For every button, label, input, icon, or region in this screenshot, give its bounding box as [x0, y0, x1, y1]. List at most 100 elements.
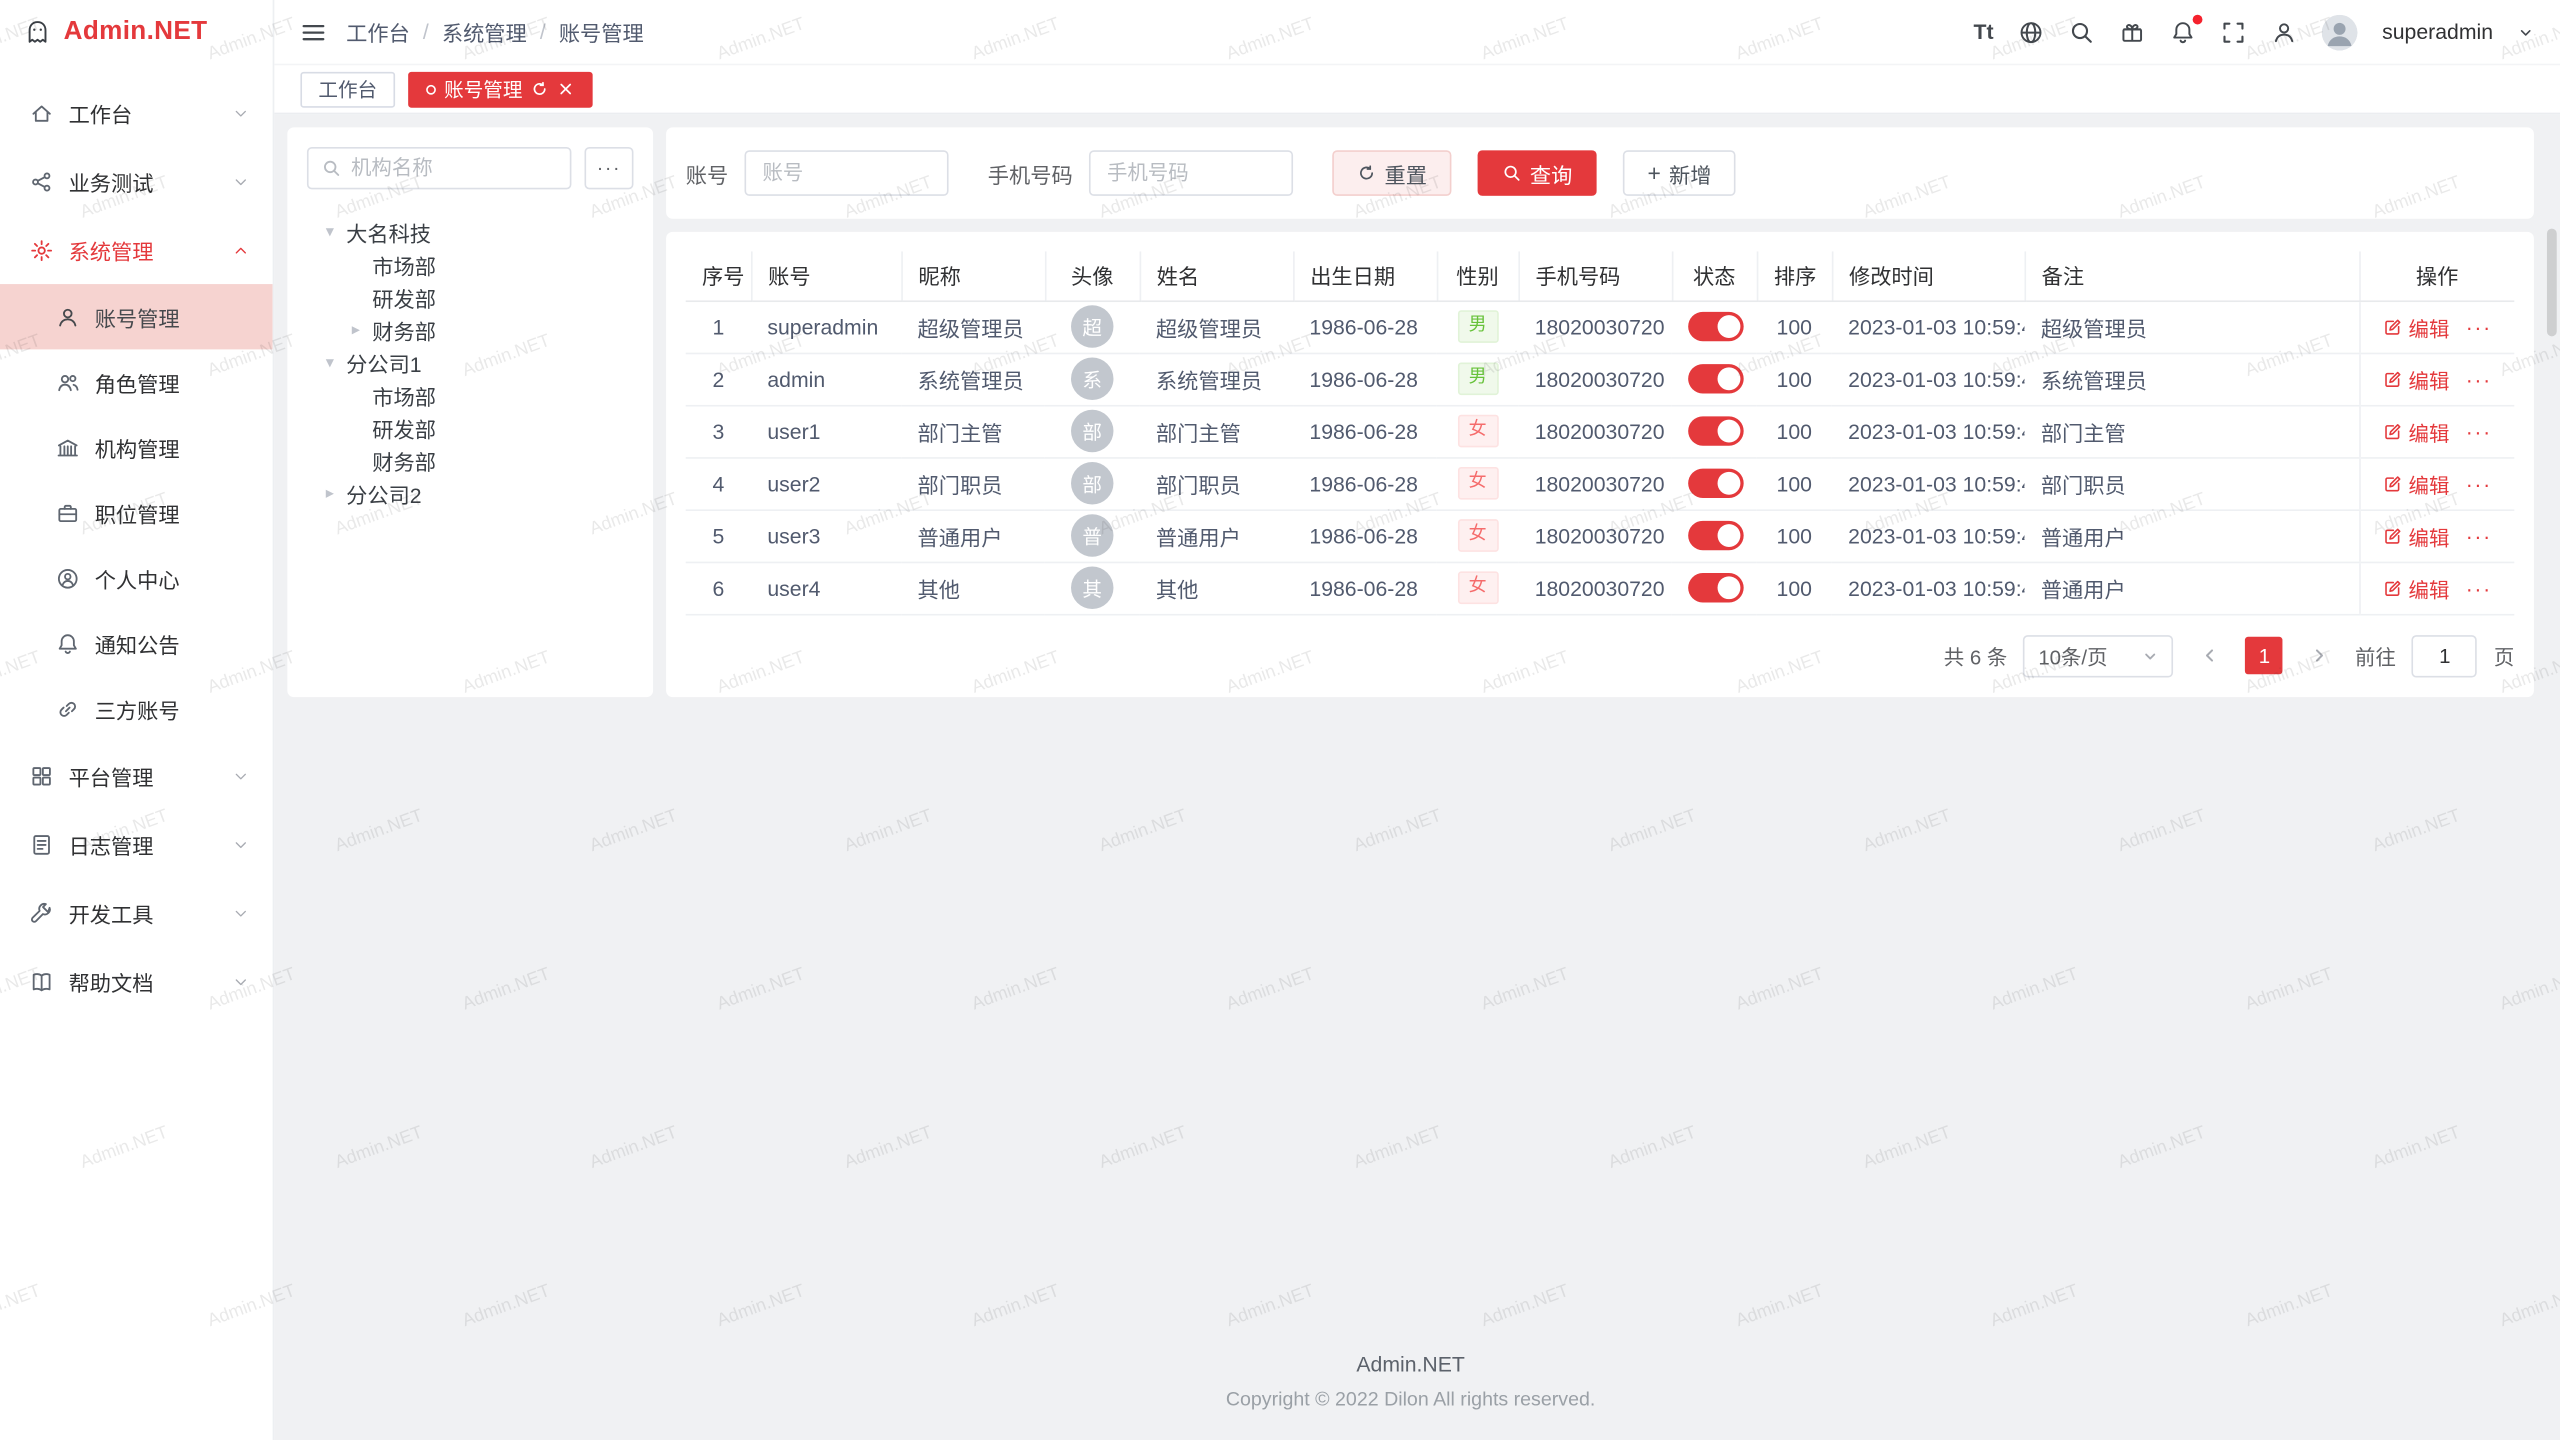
sidebar: Admin.NET 工作台业务测试系统管理账号管理角色管理机构管理职位管理个人中… [0, 0, 274, 1440]
table-cell: 2023-01-03 10:59:44 [1832, 509, 2025, 561]
sidebar-item-system-management[interactable]: 系统管理 [0, 216, 273, 285]
tab-workbench[interactable]: 工作台 [300, 71, 395, 107]
font-size-icon[interactable]: Tt [1974, 20, 1994, 44]
status-toggle[interactable] [1688, 521, 1744, 550]
reset-button[interactable]: 重置 [1332, 150, 1451, 196]
share-nodes-icon [29, 169, 53, 193]
scrollbar-thumb[interactable] [2547, 229, 2557, 337]
edit-button-label: 编辑 [2409, 416, 2450, 447]
tree-node[interactable]: 研发部 [307, 281, 634, 314]
table-header-row: 序号账号昵称头像姓名出生日期性别手机号码状态排序修改时间备注操作 [686, 251, 2515, 300]
table-cell: 18020030720 [1518, 457, 1671, 509]
sidebar-item-third-party-account[interactable]: 三方账号 [0, 676, 273, 741]
goto-page-input[interactable] [2412, 634, 2477, 676]
table-cell: superadmin [751, 300, 901, 352]
user-avatar: 系 [1071, 358, 1113, 400]
column-header: 出生日期 [1293, 251, 1437, 300]
table-cell: 1986-06-28 [1293, 300, 1437, 352]
table-cell: 其他 [1140, 562, 1293, 614]
row-more-button[interactable]: ··· [2466, 471, 2492, 495]
sidebar-item-position-management[interactable]: 职位管理 [0, 480, 273, 545]
org-more-button[interactable]: ··· [584, 147, 633, 189]
org-search-input[interactable] [351, 157, 557, 180]
prev-page-button[interactable] [2190, 636, 2229, 675]
edit-button[interactable]: 编辑 [2382, 520, 2449, 551]
edit-button[interactable]: 编辑 [2382, 311, 2449, 342]
refresh-icon[interactable] [531, 80, 549, 98]
sidebar-item-personal-center[interactable]: 个人中心 [0, 545, 273, 610]
tree-node[interactable]: 市场部 [307, 248, 634, 281]
table-cell: 5 [686, 509, 751, 561]
sidebar-item-account-management[interactable]: 账号管理 [0, 284, 273, 349]
sidebar-item-dev-tools[interactable]: 开发工具 [0, 878, 273, 947]
tree-node[interactable]: 财务部 [307, 444, 634, 477]
tree-node[interactable]: 研发部 [307, 411, 634, 444]
edit-button[interactable]: 编辑 [2382, 363, 2449, 394]
profile-icon[interactable] [2271, 19, 2297, 45]
add-button[interactable]: + 新增 [1623, 150, 1736, 196]
page-number-button[interactable]: 1 [2246, 637, 2284, 675]
globe-icon[interactable] [2018, 19, 2044, 45]
status-toggle[interactable] [1688, 469, 1744, 498]
status-toggle[interactable] [1688, 364, 1744, 393]
table-cell: 普通用户 [2024, 509, 2359, 561]
row-more-button[interactable]: ··· [2466, 576, 2492, 600]
tree-caret-icon[interactable]: ▾ [320, 223, 340, 241]
org-panel: ··· ▾大名科技市场部研发部▸财务部▾分公司1市场部研发部财务部▸分公司2 [287, 127, 653, 696]
breadcrumb-item[interactable]: 工作台 [346, 16, 410, 47]
column-header: 头像 [1045, 251, 1140, 300]
sidebar-item-org-management[interactable]: 机构管理 [0, 415, 273, 480]
sidebar-item-workbench[interactable]: 工作台 [0, 78, 273, 147]
search-icon[interactable] [2069, 19, 2095, 45]
status-toggle[interactable] [1688, 312, 1744, 341]
fullscreen-icon[interactable] [2221, 19, 2247, 45]
notification-bell-icon[interactable] [2170, 19, 2196, 45]
tree-caret-icon[interactable]: ▸ [320, 484, 340, 502]
edit-button[interactable]: 编辑 [2382, 416, 2449, 447]
edit-button-label: 编辑 [2409, 311, 2450, 342]
phone-filter-input[interactable] [1089, 150, 1293, 196]
tree-node[interactable]: ▾大名科技 [307, 216, 634, 249]
sidebar-item-business-test[interactable]: 业务测试 [0, 147, 273, 216]
account-filter-input[interactable] [745, 150, 949, 196]
sidebar-item-platform-management[interactable]: 平台管理 [0, 741, 273, 810]
row-more-button[interactable]: ··· [2466, 523, 2492, 547]
tree-node[interactable]: ▾分公司1 [307, 346, 634, 379]
table-cell: 100 [1757, 300, 1832, 352]
tree-node[interactable]: ▸财务部 [307, 313, 634, 346]
close-icon[interactable] [557, 80, 575, 98]
brand[interactable]: Admin.NET [0, 0, 273, 65]
tab-account-management[interactable]: 账号管理 [408, 71, 593, 107]
tree-node[interactable]: 市场部 [307, 379, 634, 412]
user-avatar: 部 [1071, 462, 1113, 504]
tree-caret-icon[interactable]: ▸ [346, 321, 366, 339]
breadcrumb-item[interactable]: 账号管理 [559, 16, 644, 47]
edit-button[interactable]: 编辑 [2382, 468, 2449, 499]
tree-caret-icon[interactable]: ▾ [320, 353, 340, 371]
sidebar-item-help-docs[interactable]: 帮助文档 [0, 947, 273, 1016]
edit-button[interactable]: 编辑 [2382, 572, 2449, 603]
page-size-select[interactable]: 10条/页 [2024, 634, 2174, 676]
breadcrumb-item[interactable]: 系统管理 [442, 16, 527, 47]
table-cell: 部门主管 [901, 405, 1045, 457]
sidebar-item-role-management[interactable]: 角色管理 [0, 349, 273, 414]
search-button[interactable]: 查询 [1478, 150, 1597, 196]
sidebar-item-notice-announcement[interactable]: 通知公告 [0, 611, 273, 676]
status-toggle[interactable] [1688, 573, 1744, 602]
tree-node[interactable]: ▸分公司2 [307, 477, 634, 510]
hamburger-icon[interactable] [300, 19, 326, 45]
current-username[interactable]: superadmin [2382, 20, 2493, 44]
next-page-button[interactable] [2300, 636, 2339, 675]
status-toggle[interactable] [1688, 416, 1744, 445]
row-more-button[interactable]: ··· [2466, 419, 2492, 443]
row-more-button[interactable]: ··· [2466, 314, 2492, 338]
edit-icon [2382, 525, 2403, 546]
chevron-down-icon[interactable] [2518, 24, 2534, 40]
sidebar-item-log-management[interactable]: 日志管理 [0, 810, 273, 879]
table-cell: 1 [686, 300, 751, 352]
user-avatar[interactable] [2322, 14, 2358, 50]
gift-icon[interactable] [2119, 19, 2145, 45]
edit-icon [2382, 316, 2403, 337]
sidebar-item-label: 日志管理 [69, 829, 154, 860]
row-more-button[interactable]: ··· [2466, 367, 2492, 391]
